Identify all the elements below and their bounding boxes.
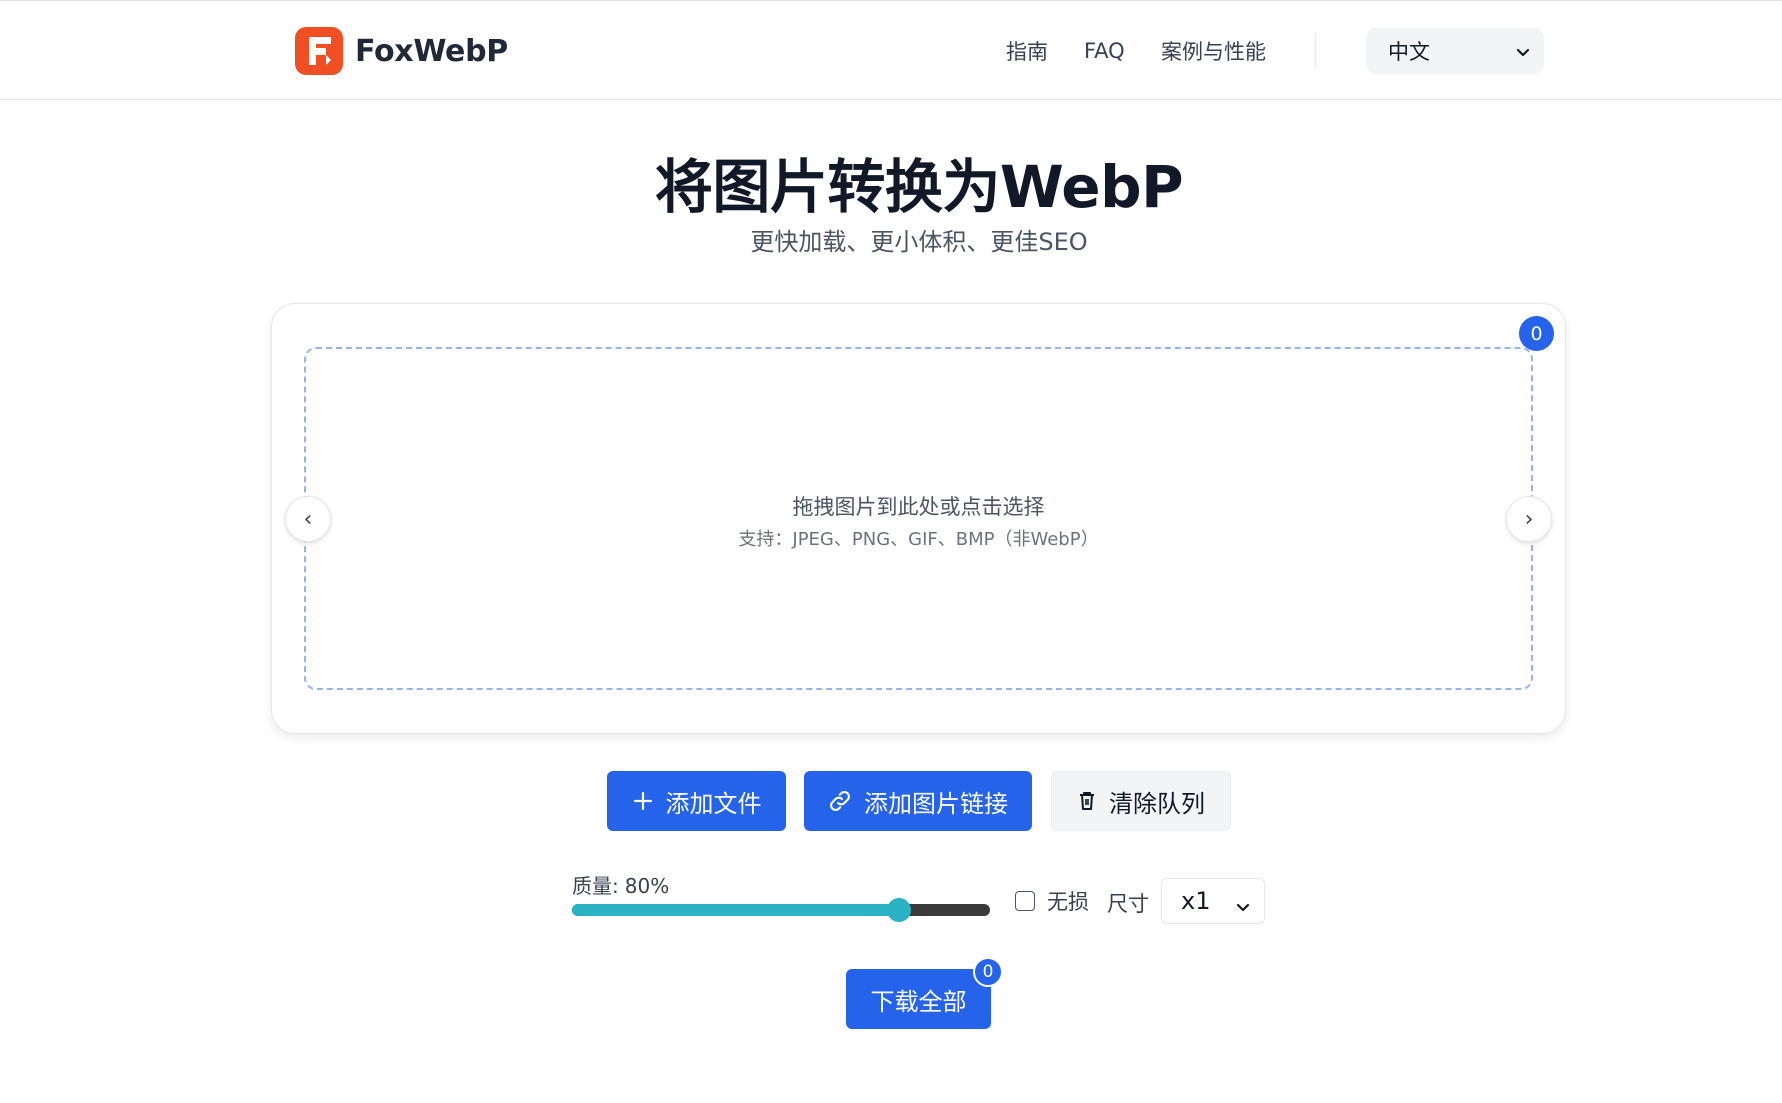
link-icon — [828, 789, 852, 813]
nav-cases[interactable]: 案例与性能 — [1161, 31, 1266, 71]
lossless-option[interactable]: 无损 — [1015, 888, 1089, 914]
lossless-label: 无损 — [1047, 890, 1089, 914]
clear-queue-label: 清除队列 — [1109, 789, 1205, 818]
language-value: 中文 — [1388, 40, 1430, 64]
add-file-label: 添加文件 — [665, 789, 762, 818]
plus-icon — [632, 790, 654, 812]
page-title: 将图片转换为WebP — [654, 153, 1184, 221]
nav-faq[interactable]: FAQ — [1084, 31, 1125, 71]
brand-logo[interactable]: FoxWebP — [295, 27, 508, 75]
size-select[interactable]: x1 — [1161, 878, 1265, 924]
chevron-down-icon — [1514, 42, 1532, 66]
add-image-url-button[interactable]: 添加图片链接 — [804, 771, 1032, 831]
quality-value: 80% — [624, 874, 670, 898]
trash-icon — [1077, 790, 1097, 812]
download-all-label: 下载全部 — [870, 987, 967, 1016]
drop-zone-text: 拖拽图片到此处或点击选择 — [792, 495, 1045, 519]
add-file-button[interactable]: 添加文件 — [607, 771, 786, 831]
lossless-checkbox[interactable] — [1015, 891, 1035, 911]
carousel-next-button[interactable]: › — [1506, 496, 1552, 542]
language-select[interactable]: 中文 — [1366, 28, 1544, 74]
quality-label: 质量: 80% — [572, 870, 669, 899]
quality-slider-fill — [572, 904, 900, 916]
download-count-badge: 0 — [973, 957, 1003, 987]
drop-zone[interactable]: 拖拽图片到此处或点击选择 支持：JPEG、PNG、GIF、BMP（非WebP） — [304, 347, 1533, 690]
size-value: x1 — [1181, 887, 1211, 915]
brand-name: FoxWebP — [355, 33, 508, 69]
nav-guide[interactable]: 指南 — [1006, 31, 1048, 71]
nav-cases-link[interactable]: 案例与性能 — [1161, 36, 1266, 66]
clear-queue-button[interactable]: 清除队列 — [1051, 771, 1231, 831]
nav-divider — [1315, 33, 1316, 69]
queue-count-badge: 0 — [1519, 316, 1554, 351]
nav-faq-link[interactable]: FAQ — [1084, 39, 1125, 63]
chevron-left-icon: ‹ — [303, 506, 313, 532]
foxwebp-logo-icon — [295, 27, 343, 75]
download-all-button[interactable]: 下载全部 — [846, 969, 991, 1029]
site-header: FoxWebP 指南 FAQ 案例与性能 中文 — [0, 0, 1782, 100]
chevron-right-icon: › — [1524, 506, 1534, 532]
add-image-url-label: 添加图片链接 — [864, 789, 1008, 818]
nav-guide-link[interactable]: 指南 — [1006, 36, 1048, 66]
size-label: 尺寸 — [1107, 892, 1149, 916]
supported-formats-text: 支持：JPEG、PNG、GIF、BMP（非WebP） — [738, 529, 1099, 550]
quality-slider-thumb[interactable] — [887, 898, 912, 922]
page-subtitle: 更快加载、更小体积、更佳SEO — [750, 228, 1088, 256]
quality-slider[interactable] — [572, 898, 990, 922]
chevron-down-icon — [1234, 894, 1252, 922]
quality-label-text: 质量: — [572, 874, 619, 898]
carousel-prev-button[interactable]: ‹ — [285, 496, 331, 542]
